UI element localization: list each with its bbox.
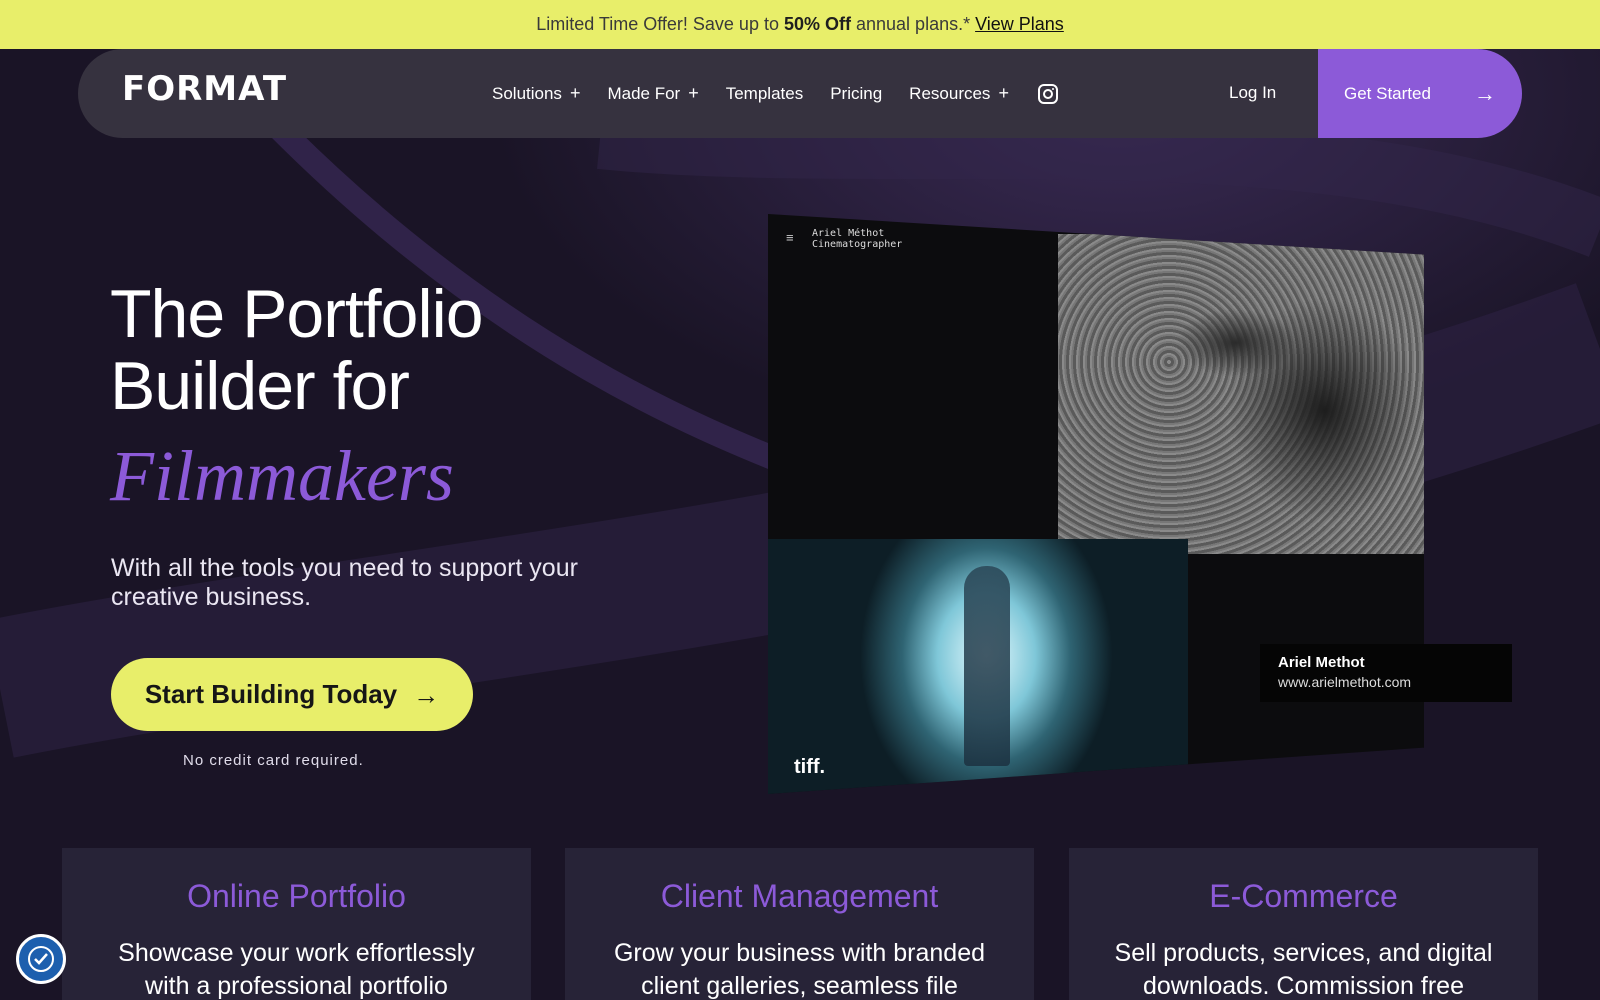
promo-text: Limited Time Offer! Save up to [536,14,779,34]
no-credit-card-note: No credit card required. [183,752,364,769]
portfolio-mockup: ≡ Ariel Méthot Cinematographer tiff. [768,214,1424,794]
nav-item-resources[interactable]: Resources + [909,83,1009,104]
hero-subtitle: With all the tools you need to support y… [111,554,578,611]
nav-label: Made For [607,83,681,103]
silhouette-figure [964,566,1010,766]
tiff-logo: tiff. [794,756,826,778]
arrow-right-icon: → [1474,80,1496,106]
mockup-caption: Ariel Methot www.arielmethot.com [1260,644,1512,702]
start-building-button[interactable]: Start Building Today → [111,658,473,731]
promo-banner: Limited Time Offer! Save up to 50% Off a… [0,0,1600,49]
nav-label: Templates [725,83,804,103]
nav-item-made-for[interactable]: Made For + [607,83,698,104]
feature-description: Showcase your work effortlessly with a p… [118,939,475,1000]
photo-girl-with-dog [1058,234,1424,554]
hero-title: The Portfolio Builder for [110,276,484,424]
caption-url: www.arielmethot.com [1278,674,1412,690]
get-started-button[interactable]: Get Started → [1318,49,1522,138]
plus-icon: + [688,83,699,103]
hero-accent-word: Filmmakers [110,436,454,516]
nav-label: Pricing [830,83,883,103]
menu-icon: ≡ [786,230,794,245]
instagram-icon[interactable] [1037,83,1058,104]
get-started-label: Get Started [1344,83,1431,103]
nav-item-templates[interactable]: Templates [726,84,803,104]
arrow-right-icon: → [413,679,440,710]
plus-icon: + [569,83,581,103]
mockup-name-line2: Cinematographer [812,239,903,250]
main-navbar: FORMAT Solutions + Made For + Templates … [78,49,1522,138]
view-plans-link[interactable]: View Plans [975,14,1064,35]
accessibility-icon [28,946,54,972]
feature-description: Sell products, services, and digital dow… [1114,939,1493,1000]
mockup-name-line1: Ariel Méthot [812,228,885,239]
feature-card-ecommerce: E-Commerce Sell products, services, and … [1069,848,1538,1000]
format-logo[interactable]: FORMAT [122,69,287,109]
nav-item-pricing[interactable]: Pricing [830,84,882,104]
nav-label: Resources [909,83,991,103]
nav-label: Solutions [492,83,562,103]
feature-description: Grow your business with branded client g… [613,939,986,1000]
promo-text-after: annual plans.* [856,14,971,34]
nav-item-solutions[interactable]: Solutions + [492,83,580,104]
mockup-site-name: Ariel Méthot Cinematographer [812,228,902,250]
caption-name: Ariel Methot [1278,654,1365,671]
plus-icon: + [998,83,1009,103]
feature-card-client-management: Client Management Grow your business wit… [565,848,1034,1000]
nav-links: Solutions + Made For + Templates Pricing… [492,49,1058,138]
feature-title: Client Management [660,878,939,914]
feature-title: Online Portfolio [187,878,406,914]
feature-card-portfolio: Online Portfolio Showcase your work effo… [62,848,531,1000]
accessibility-button[interactable] [16,934,66,984]
cta-label: Start Building Today [144,679,398,709]
promo-highlight: 50% Off [783,14,851,34]
login-link[interactable]: Log In [1229,83,1276,103]
feature-title: E-Commerce [1209,878,1398,914]
